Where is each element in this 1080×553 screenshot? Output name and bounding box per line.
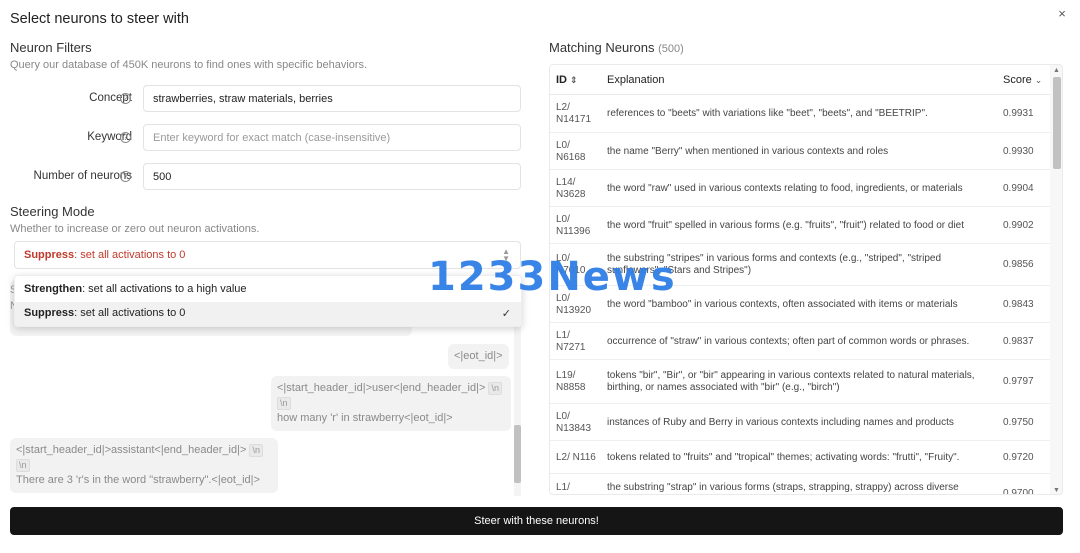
neuron-score: 0.9797 xyxy=(1003,376,1034,387)
neuron-score: 0.9856 xyxy=(1003,259,1034,270)
column-id[interactable]: ID ⇕ xyxy=(556,74,578,86)
keyword-input[interactable] xyxy=(143,124,521,151)
chat-text: <|start_header_id|>user<|end_header_id|> xyxy=(277,382,486,394)
results-title: Matching Neurons xyxy=(549,40,655,55)
table-row[interactable]: L1/ N7271 occurrence of "straw" in variou… xyxy=(550,323,1050,360)
steering-subtitle: Whether to increase or zero out neuron a… xyxy=(10,223,260,235)
neuron-explanation: the substring "strap" in various forms (… xyxy=(607,481,959,495)
option-desc: : set all activations to 0 xyxy=(74,307,186,319)
neuron-score: 0.9700 xyxy=(1003,487,1034,495)
table-row[interactable]: L0/ N13843 instances of Ruby and Berry in… xyxy=(550,404,1050,441)
chat-bubble-assistant: <|start_header_id|>assistant<|end_header… xyxy=(10,438,278,493)
neuron-explanation: tokens "bir", "Bir", or "bir" appearing … xyxy=(607,370,975,393)
neuron-explanation: the word "fruit" spelled in various form… xyxy=(607,219,965,231)
scroll-down-icon[interactable]: ▼ xyxy=(1053,487,1060,494)
neuron-score: 0.9750 xyxy=(1003,416,1034,428)
chat-text: <|start_header_id|>assistant<|end_header… xyxy=(16,444,247,456)
help-icon[interactable]: ? xyxy=(120,132,131,143)
check-icon: ✓ xyxy=(501,308,511,320)
neuron-id: L2/ N116 xyxy=(556,451,596,463)
option-name: Suppress xyxy=(24,307,75,319)
scroll-up-icon[interactable]: ▲ xyxy=(1053,67,1060,74)
neuron-id: L1/ N7271 xyxy=(556,329,586,353)
option-suppress[interactable]: Suppress: set all activations to 0 ✓ xyxy=(15,302,521,326)
column-id-label: ID xyxy=(556,74,567,86)
option-desc: : set all activations to a high value xyxy=(82,283,247,295)
filters-title: Neuron Filters xyxy=(10,40,92,55)
newline-tag: \n xyxy=(277,397,291,410)
neuron-id: L0/ N13843 xyxy=(556,410,592,434)
watermark-logo: 1233News xyxy=(428,254,677,300)
neuron-score: 0.9720 xyxy=(1003,451,1034,463)
neuron-explanation: the word "raw" used in various contexts … xyxy=(607,182,963,194)
concept-row: Concept ? xyxy=(10,85,522,113)
num-neurons-label: Number of neurons xyxy=(33,170,132,182)
table-row[interactable]: L0/ N6168 the name "Berry" when mentioned… xyxy=(550,133,1050,170)
chat-scrollbar[interactable] xyxy=(513,312,522,496)
neuron-id: L0/ N11396 xyxy=(556,213,591,237)
concept-input[interactable] xyxy=(143,85,521,112)
table-row[interactable]: L0/ N11396 the word "fruit" spelled in va… xyxy=(550,207,1050,244)
steer-button[interactable]: Steer with these neurons! xyxy=(10,507,1063,535)
chat-text: There are 3 'r's in the word "strawberry… xyxy=(16,474,260,486)
scroll-thumb[interactable] xyxy=(514,425,521,483)
help-icon[interactable]: ? xyxy=(120,171,131,182)
option-name: Strengthen xyxy=(24,283,83,295)
neuron-score: 0.9902 xyxy=(1003,219,1034,231)
neuron-explanation: the name "Berry" when mentioned in vario… xyxy=(607,145,889,157)
close-icon[interactable]: × xyxy=(1054,6,1070,22)
steering-title: Steering Mode xyxy=(10,204,95,219)
neuron-id: L2/ N14171 xyxy=(556,102,592,125)
neuron-score: 0.9843 xyxy=(1003,298,1034,310)
chevron-down-icon: ⌄ xyxy=(1034,75,1043,85)
neuron-score: 0.9904 xyxy=(1003,182,1034,194)
neuron-explanation: occurrence of "straw" in various context… xyxy=(607,335,970,347)
keyword-row: Keyword ? xyxy=(10,124,522,152)
chat-text: how many 'r' in strawberry<|eot_id|> xyxy=(277,412,453,424)
table-row[interactable]: L1/ N14315 the substring "strap" in vario… xyxy=(550,474,1050,495)
neuron-score: 0.9931 xyxy=(1003,108,1034,119)
selected-mode-name: Suppress xyxy=(24,249,75,261)
column-score-label: Score xyxy=(1003,74,1032,86)
chat-text: <|eot_id|> xyxy=(454,350,503,362)
neuron-select-modal: Select neurons to steer with × Neuron Fi… xyxy=(0,0,1080,553)
steering-heading: Steering Mode Whether to increase or zer… xyxy=(10,204,259,235)
scroll-thumb[interactable] xyxy=(1053,77,1061,169)
selected-mode-desc: : set all activations to 0 xyxy=(74,249,186,261)
num-neurons-input[interactable] xyxy=(143,163,521,190)
neuron-id: L14/ N3628 xyxy=(556,176,586,200)
table-row[interactable]: L14/ N3628 the word "raw" used in various… xyxy=(550,170,1050,207)
num-neurons-row: Number of neurons ? xyxy=(10,163,522,191)
neuron-id: L19/ N8858 xyxy=(556,370,586,393)
neuron-id: L1/ N14315 xyxy=(556,481,591,495)
column-score[interactable]: Score ⌄ xyxy=(1003,74,1042,86)
help-icon[interactable]: ? xyxy=(120,93,131,104)
table-header: ID ⇕ Explanation Score ⌄ xyxy=(550,65,1050,95)
neuron-explanation: the word "bamboo" in various contexts, o… xyxy=(607,298,958,310)
newline-tag: \n xyxy=(16,459,30,472)
neuron-explanation: references to "beets" with variations li… xyxy=(607,108,928,119)
filters-subtitle: Query our database of 450K neurons to fi… xyxy=(10,59,368,71)
table-scrollbar[interactable]: ▲ ▼ xyxy=(1050,65,1062,494)
neuron-id: L0/ N6168 xyxy=(556,139,586,163)
results-count: (500) xyxy=(658,43,684,55)
table-row[interactable]: L19/ N8858 tokens "bir", "Bir", or "bir" … xyxy=(550,360,1050,404)
table-row[interactable]: L2/ N14171 references to "beets" with var… xyxy=(550,95,1050,133)
results-heading: Matching Neurons (500) xyxy=(549,40,1065,55)
neuron-explanation: tokens related to "fruits" and "tropical… xyxy=(607,451,960,463)
neuron-explanation: instances of Ruby and Berry in various c… xyxy=(607,416,954,428)
chat-bubble-user: <|start_header_id|>user<|end_header_id|>… xyxy=(271,376,511,431)
newline-tag: \n xyxy=(488,382,502,395)
sort-icon: ⇕ xyxy=(570,75,578,85)
modal-title: Select neurons to steer with xyxy=(10,11,189,27)
neuron-score: 0.9930 xyxy=(1003,145,1034,157)
chat-bubble-eot: <|eot_id|> xyxy=(448,344,509,369)
newline-tag: \n xyxy=(249,444,263,457)
column-explanation: Explanation xyxy=(607,74,665,86)
neuron-score: 0.9837 xyxy=(1003,335,1034,347)
table-row[interactable]: L2/ N116 tokens related to "fruits" and "… xyxy=(550,441,1050,474)
